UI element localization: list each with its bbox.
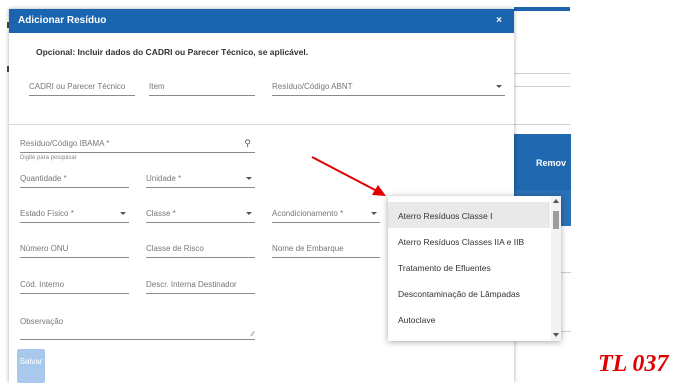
annotation-label: TL 037 <box>598 351 669 377</box>
screenshot-stage: Remov Adicionar Resíduo × Opcional: Incl… <box>0 0 694 383</box>
annotation-arrow <box>311 156 386 196</box>
